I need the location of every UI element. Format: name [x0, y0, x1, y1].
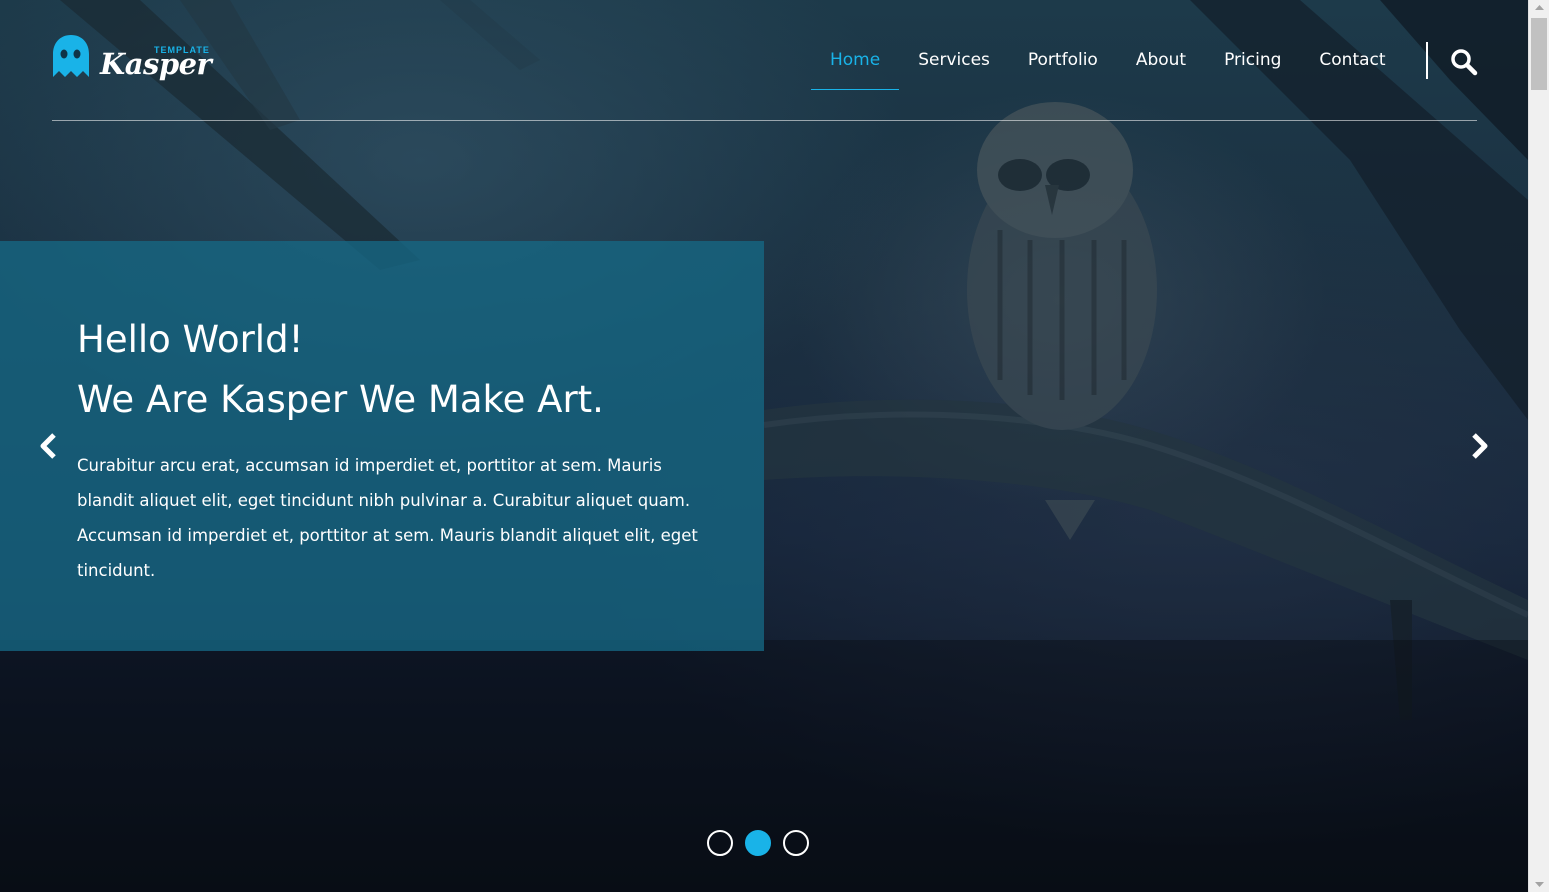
- nav-link-portfolio[interactable]: Portfolio: [1009, 38, 1117, 90]
- vertical-scrollbar[interactable]: [1528, 0, 1549, 892]
- hero-content-box: Hello World! We Are Kasper We Make Art. …: [0, 241, 764, 651]
- slider-bullets: [707, 830, 809, 856]
- scroll-up-icon[interactable]: [1529, 0, 1549, 16]
- nav-link-pricing[interactable]: Pricing: [1205, 38, 1300, 90]
- scroll-down-icon[interactable]: [1529, 876, 1549, 892]
- search-icon: [1451, 49, 1478, 76]
- slider-next-button[interactable]: [1468, 432, 1492, 460]
- logo-name: Kasper: [100, 47, 212, 81]
- scrollbar-thumb[interactable]: [1531, 18, 1547, 90]
- slider-bullet-2[interactable]: [745, 830, 771, 856]
- nav-link-home[interactable]: Home: [811, 38, 900, 90]
- hero-title: Hello World! We Are Kasper We Make Art.: [77, 310, 604, 430]
- nav-link-about[interactable]: About: [1117, 38, 1205, 90]
- hero-title-line1: Hello World!: [77, 318, 304, 361]
- nav-divider: [1426, 42, 1428, 79]
- chevron-left-icon: [40, 433, 56, 459]
- search-button[interactable]: [1450, 48, 1478, 76]
- header-divider: [52, 120, 1477, 121]
- ghost-logo-icon: [53, 35, 89, 77]
- nav-link-services[interactable]: Services: [899, 38, 1009, 90]
- hero-description: Curabitur arcu erat, accumsan id imperdi…: [77, 456, 698, 580]
- chevron-right-icon: [1472, 433, 1488, 459]
- slider-prev-button[interactable]: [36, 432, 60, 460]
- slider-bullet-3[interactable]: [783, 830, 809, 856]
- site-logo[interactable]: TEMPLATE Kasper: [52, 34, 212, 84]
- main-navigation: Home Services Portfolio About Pricing Co…: [811, 38, 1405, 90]
- hero-section: TEMPLATE Kasper Home Services Portfolio …: [0, 0, 1528, 892]
- slider-bullet-1[interactable]: [707, 830, 733, 856]
- hero-title-line2: We Are Kasper We Make Art.: [77, 378, 604, 421]
- nav-link-contact[interactable]: Contact: [1300, 38, 1404, 90]
